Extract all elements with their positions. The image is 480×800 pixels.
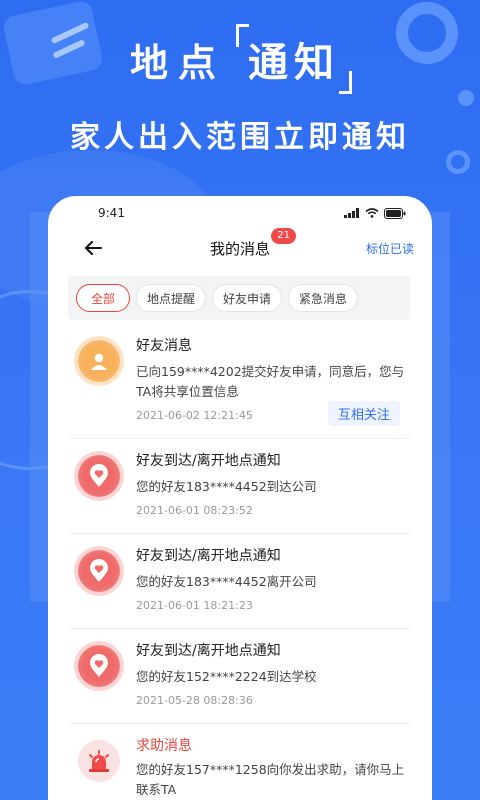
- status-icons: [344, 207, 406, 219]
- unread-count-badge: 21: [271, 227, 296, 244]
- battery-icon: [384, 207, 406, 219]
- message-list: 好友消息 已向159****4202提交好友申请，同意后，您与TA将共享位置信息…: [48, 320, 432, 800]
- headline-right: 通知: [236, 24, 352, 94]
- location-heart-icon: [78, 550, 120, 592]
- tab-friend-requests[interactable]: 好友申请: [212, 284, 283, 312]
- message-time: 2021-06-01 18:21:23: [136, 599, 253, 612]
- message-time: 2021-06-01 08:23:52: [136, 504, 253, 517]
- mark-all-read-button[interactable]: 标位已读: [366, 240, 414, 257]
- tab-all[interactable]: 全部: [76, 284, 131, 312]
- message-item[interactable]: 好友到达/离开地点通知 您的好友183****4452离开公司 2021-06-…: [70, 534, 410, 629]
- message-desc: 您的好友183****4452离开公司: [136, 574, 317, 589]
- message-desc: 您的好友157****1258向你发出求助，请你马上联系TA: [136, 762, 405, 797]
- message-item[interactable]: 好友消息 已向159****4202提交好友申请，同意后，您与TA将共享位置信息…: [70, 324, 410, 439]
- message-desc: 已向159****4202提交好友申请，同意后，您与TA将共享位置信息: [136, 364, 405, 399]
- nav-bar: 我的消息 21 标位已读: [48, 226, 432, 270]
- location-heart-icon: [78, 455, 120, 497]
- location-heart-icon: [78, 645, 120, 687]
- message-title: 好友到达/离开地点通知: [136, 453, 281, 469]
- message-item[interactable]: 好友到达/离开地点通知 您的好友152****2224到达学校 2021-05-…: [70, 629, 410, 724]
- back-arrow-icon[interactable]: [82, 237, 104, 259]
- signal-icon: [344, 208, 359, 218]
- message-title: 好友消息: [136, 338, 192, 354]
- user-icon: [78, 340, 120, 382]
- alarm-icon: [78, 740, 120, 782]
- headline-left: 地点: [129, 40, 226, 85]
- message-item[interactable]: 好友到达/离开地点通知 您的好友183****4452到达公司 2021-06-…: [70, 439, 410, 534]
- promo-subline: 家人出入范围立即通知: [70, 120, 410, 155]
- filter-tabs: 全部 地点提醒 好友申请 紧急消息: [68, 276, 410, 320]
- message-desc: 您的好友152****2224到达学校: [136, 669, 317, 684]
- status-bar: 9:41: [48, 196, 432, 226]
- message-item[interactable]: 求助消息 您的好友157****1258向你发出求助，请你马上联系TA: [70, 724, 410, 800]
- message-title: 求助消息: [136, 738, 192, 754]
- wifi-icon: [365, 208, 379, 218]
- decorative-dot: [458, 90, 474, 106]
- status-time: 9:41: [98, 206, 125, 220]
- message-title: 好友到达/离开地点通知: [136, 643, 281, 659]
- mutual-follow-button[interactable]: 互相关注: [327, 401, 400, 426]
- message-title: 好友到达/离开地点通知: [136, 548, 281, 564]
- message-time: 2021-05-28 08:28:36: [136, 694, 253, 707]
- phone-screen: 9:41 我的消息 21 标位已读 全部 地点提醒 好友申请 紧急消息 好友消息…: [48, 196, 432, 800]
- tab-location-alerts[interactable]: 地点提醒: [136, 284, 207, 312]
- promo-headline: 地点 通知: [0, 24, 480, 94]
- page-title: 我的消息: [209, 239, 270, 258]
- message-desc: 您的好友183****4452到达公司: [136, 479, 317, 494]
- tab-emergency[interactable]: 紧急消息: [288, 284, 359, 312]
